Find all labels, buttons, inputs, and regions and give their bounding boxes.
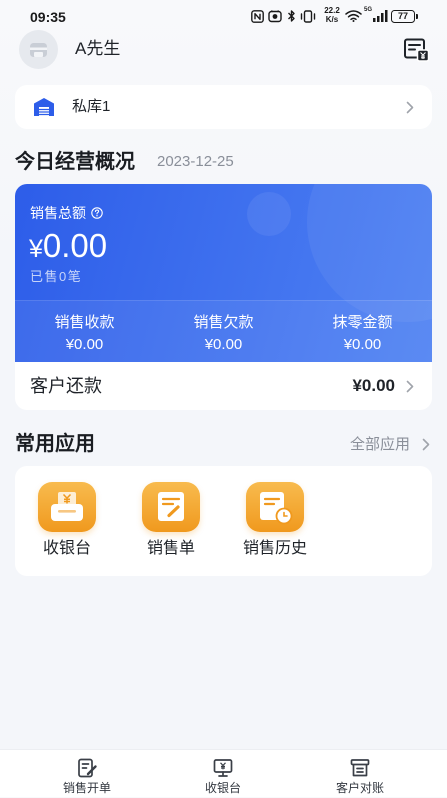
- metric-label: 抹零金额: [332, 314, 393, 331]
- chevron-right-icon: [406, 380, 414, 393]
- network-speed: 22.2 K/s: [321, 6, 343, 24]
- battery-nub: [415, 14, 418, 19]
- chevron-right-icon[interactable]: [422, 438, 430, 451]
- app-icon-tile: [38, 482, 96, 532]
- avatar[interactable]: [19, 30, 58, 69]
- sold-count: 已售0笔: [30, 269, 83, 284]
- create-sales-order-icon: [78, 758, 97, 778]
- repayment-label: 客户还款: [30, 376, 102, 396]
- sales-summary-panel: 销售总额 ¥0.00 已售0笔 销售收款 ¥0.00 销售欠款 ¥0.00 抹零…: [15, 184, 432, 362]
- metric-value: ¥0.00: [65, 336, 104, 353]
- cashier-monitor-icon: [213, 759, 233, 777]
- battery-level: 77: [397, 11, 408, 21]
- overview-card: 销售总额 ¥0.00 已售0笔 销售收款 ¥0.00 销售欠款 ¥0.00 抹零…: [15, 184, 432, 410]
- overview-title: 今日经营概况: [15, 151, 135, 173]
- warehouse-selector[interactable]: 私库1: [15, 85, 432, 129]
- store-avatar-icon: [30, 43, 47, 57]
- total-sales-value: 0.00: [42, 227, 108, 264]
- nfc-icon: [251, 10, 264, 23]
- invoice-button[interactable]: [403, 37, 430, 62]
- nav-customer-reconciliation[interactable]: 客户对账: [300, 750, 420, 798]
- all-apps-link[interactable]: 全部应用: [350, 435, 410, 454]
- app-icon-tile: [142, 482, 200, 532]
- battery-icon: 77: [391, 10, 415, 23]
- sales-history-icon: [260, 492, 293, 525]
- wifi-icon: [345, 10, 362, 22]
- warehouse-name: 私库1: [72, 98, 111, 115]
- network-speed-value: 22.2: [324, 6, 340, 15]
- network-speed-unit: K/s: [325, 15, 339, 24]
- repayment-value: ¥0.00: [352, 376, 395, 395]
- nav-label: 收银台: [204, 781, 241, 795]
- total-sales-amount: ¥0.00: [29, 226, 107, 273]
- question-circle-icon[interactable]: [91, 207, 103, 219]
- apps-title: 常用应用: [15, 433, 95, 455]
- sales-order-icon: [158, 492, 184, 521]
- metric-sales-received: 销售收款 ¥0.00: [15, 301, 154, 362]
- total-sales-currency: ¥: [29, 235, 43, 263]
- metric-rounding-discount: 抹零金额 ¥0.00: [293, 301, 432, 362]
- metric-sales-debt: 销售欠款 ¥0.00: [154, 301, 293, 362]
- user-name[interactable]: A先生: [75, 38, 120, 60]
- cashier-icon: [51, 492, 83, 521]
- network-type: 5G: [364, 7, 373, 13]
- nav-cashier[interactable]: 收银台: [163, 750, 283, 798]
- app-label: 销售单: [146, 540, 195, 557]
- bottom-nav: 销售开单 收银台 客户对账: [0, 749, 447, 797]
- warehouse-icon: [34, 98, 54, 116]
- nav-label: 销售开单: [62, 781, 111, 795]
- total-sales-label-row: 销售总额: [30, 204, 103, 222]
- vibrate-icon: [300, 10, 316, 23]
- metric-value: ¥0.00: [343, 336, 382, 353]
- cellular-signal-icon: [373, 10, 388, 22]
- bluetooth-icon: [288, 10, 295, 22]
- metric-label: 销售收款: [54, 314, 115, 331]
- app-icon-tile: [246, 482, 304, 532]
- invoice-icon: [404, 38, 430, 62]
- customer-repayment-row[interactable]: 客户还款 ¥0.00: [15, 362, 432, 410]
- apps-card: 收银台 销售单 销售历史: [15, 466, 432, 576]
- customer-reconciliation-icon: [350, 759, 370, 777]
- app-sales-order[interactable]: 销售单: [119, 466, 223, 576]
- nav-label: 客户对账: [335, 781, 384, 795]
- app-label: 收银台: [42, 540, 91, 557]
- app-sales-history[interactable]: 销售历史: [223, 466, 327, 576]
- app-cashier[interactable]: 收银台: [15, 466, 119, 576]
- overview-date: 2023-12-25: [157, 153, 234, 170]
- sales-metrics-row: 销售收款 ¥0.00 销售欠款 ¥0.00 抹零金额 ¥0.00: [15, 300, 432, 362]
- app-notification-icon: [268, 10, 282, 23]
- metric-label: 销售欠款: [193, 314, 254, 331]
- metric-value: ¥0.00: [204, 336, 243, 353]
- status-bar: 09:35 22.2 K/s 5G 77: [0, 0, 447, 32]
- status-time: 09:35: [30, 9, 66, 25]
- chevron-right-icon: [406, 101, 414, 114]
- nav-create-sales-order[interactable]: 销售开单: [27, 750, 147, 798]
- app-label: 销售历史: [242, 540, 307, 557]
- total-sales-label: 销售总额: [30, 205, 86, 221]
